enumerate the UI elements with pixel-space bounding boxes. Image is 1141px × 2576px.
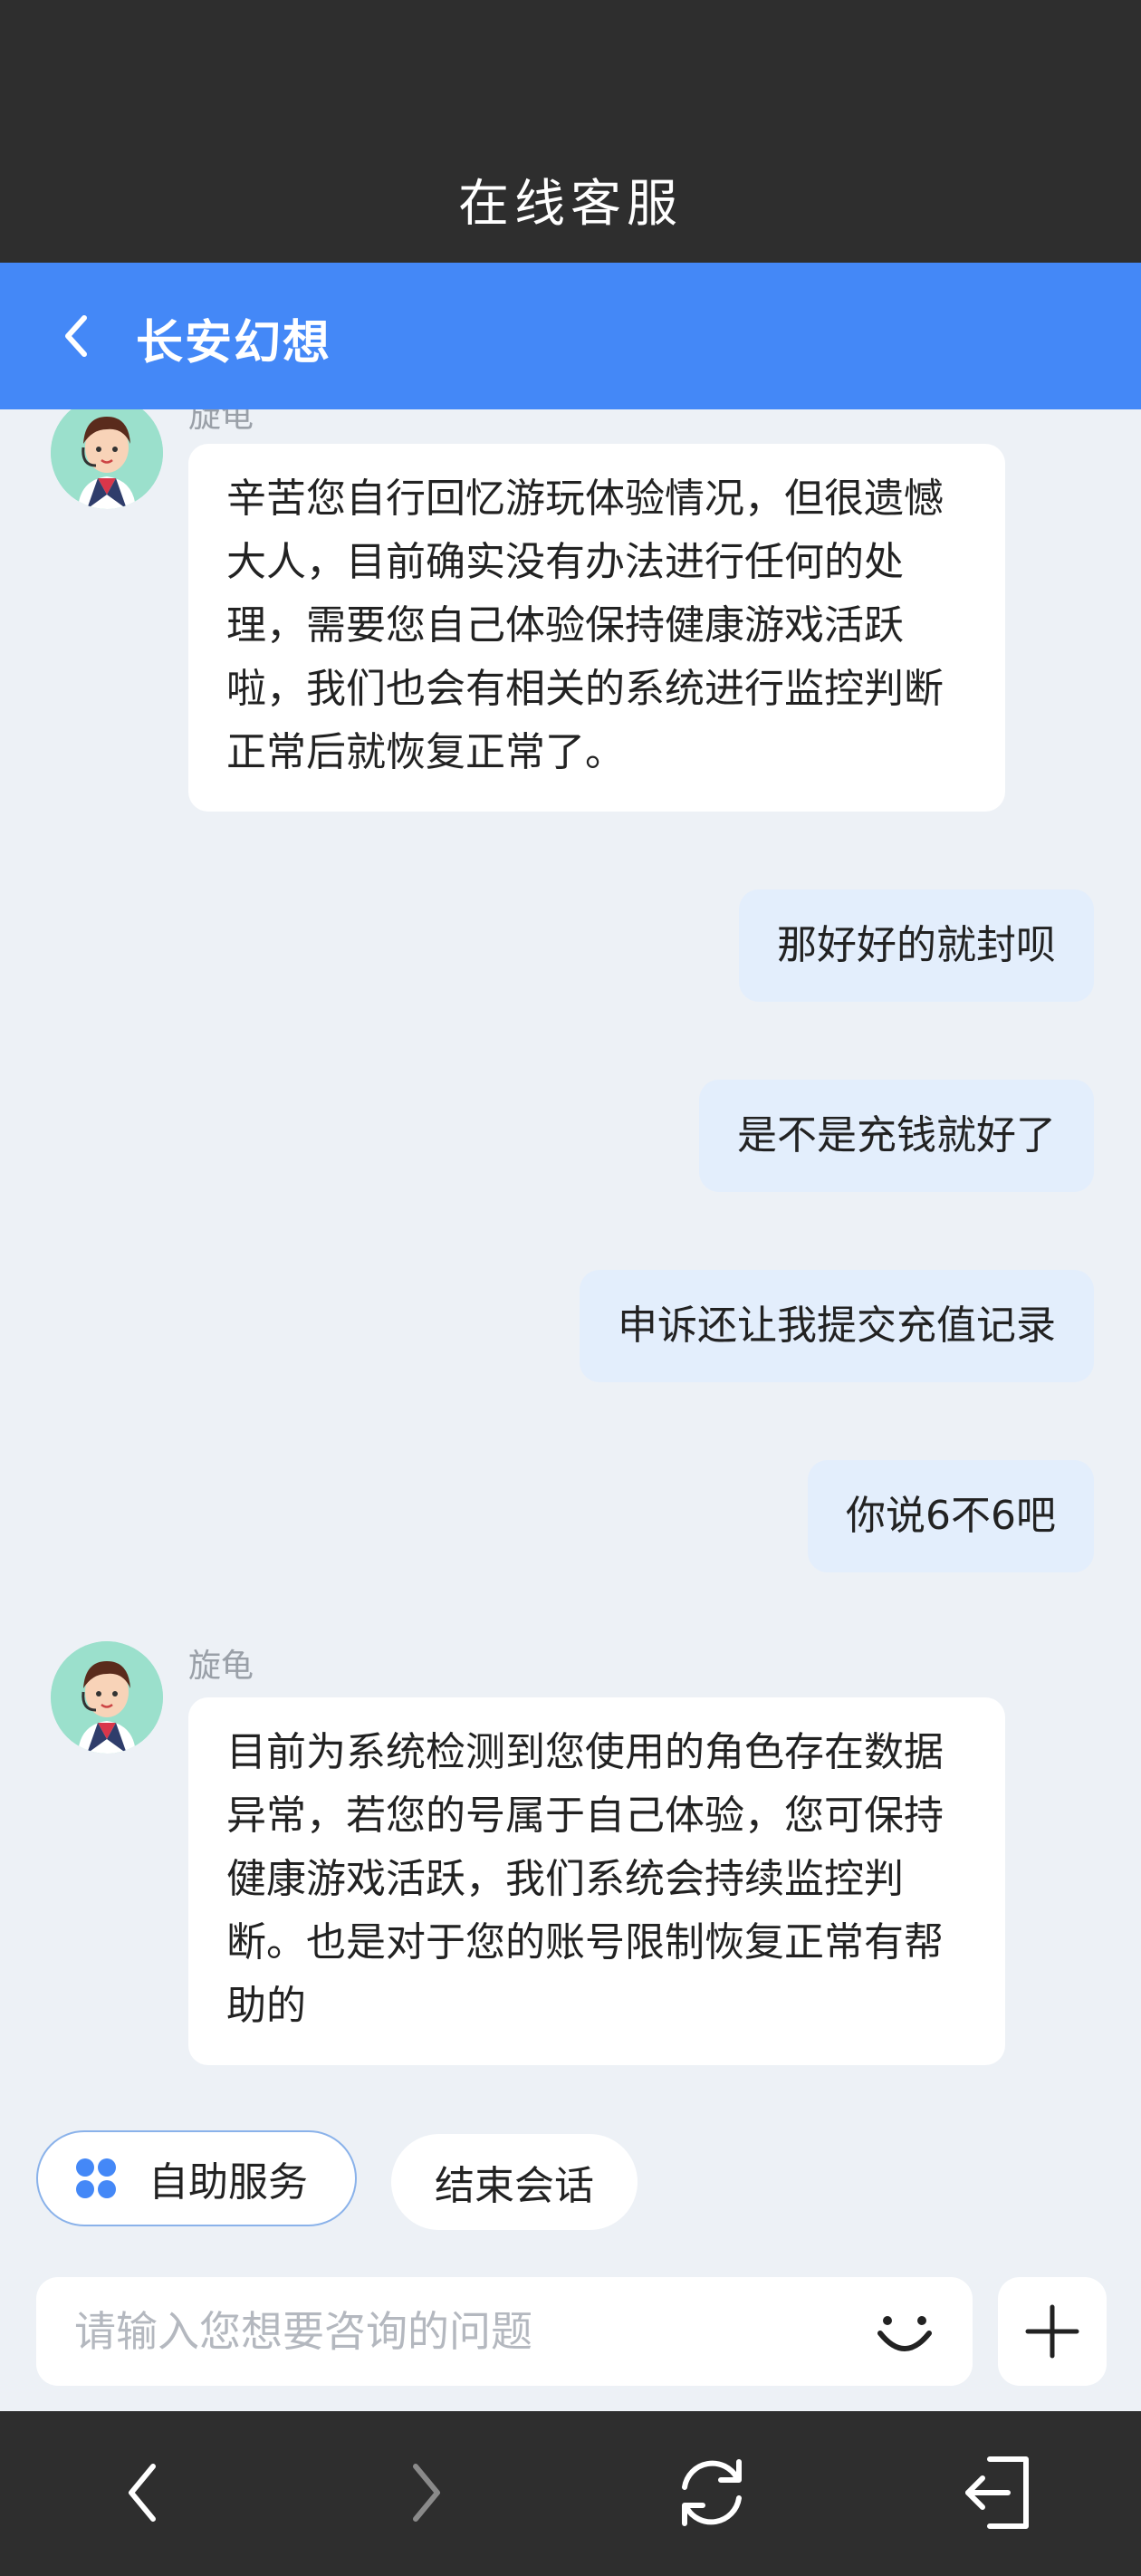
emoji-button[interactable] <box>873 2301 936 2364</box>
user-message: 申诉还让我提交充值记录 <box>580 1270 1094 1382</box>
end-session-label: 结束会话 <box>435 2163 594 2209</box>
self-service-label: 自助服务 <box>149 2159 308 2206</box>
user-message: 是不是充钱就好了 <box>699 1080 1094 1192</box>
app-title-bar: 在线客服 <box>0 0 1141 263</box>
nav-exit-button[interactable] <box>953 2447 1043 2538</box>
chat-header: 长安幻想 <box>0 263 1141 409</box>
exit-icon <box>965 2456 1029 2529</box>
end-session-button[interactable]: 结束会话 <box>391 2134 638 2230</box>
arrow-left-icon <box>129 2464 156 2522</box>
agent-message: 辛苦您自行回忆游玩体验情况，但很遗憾大人，目前确实没有办法进行任何的处理，需要您… <box>188 444 1005 812</box>
add-button[interactable] <box>998 2277 1107 2386</box>
nav-refresh-button[interactable] <box>666 2447 757 2538</box>
nav-forward-button[interactable] <box>380 2447 471 2538</box>
arrow-right-icon <box>413 2464 440 2522</box>
grid-icon <box>76 2158 116 2198</box>
back-button[interactable] <box>45 303 109 369</box>
chat-messages[interactable]: 旋龟 辛苦您自行回忆游玩体验情况，但很遗憾大人，目前确实没有办法进行任何的处理，… <box>0 409 1141 2112</box>
chat-title: 长安幻想 <box>136 316 332 370</box>
agent-name: 旋龟 <box>188 409 254 435</box>
message-input-box <box>36 2277 973 2386</box>
nav-back-button[interactable] <box>98 2447 188 2538</box>
agent-message: 目前为系统检测到您使用的角色存在数据异常，若您的号属于自己体验，您可保持健康游戏… <box>188 1697 1005 2065</box>
refresh-icon <box>682 2459 742 2526</box>
plus-icon <box>1025 2304 1079 2359</box>
agent-avatar <box>51 409 163 509</box>
agent-name: 旋龟 <box>188 1648 254 1685</box>
user-message: 你说6不6吧 <box>808 1460 1094 1572</box>
self-service-button[interactable]: 自助服务 <box>36 2130 357 2226</box>
message-input[interactable] <box>74 2277 853 2386</box>
agent-avatar <box>51 1641 163 1754</box>
bottom-navigation <box>0 2411 1141 2576</box>
app-title: 在线客服 <box>458 175 683 234</box>
smile-icon <box>877 2316 932 2351</box>
user-message: 那好好的就封呗 <box>739 889 1094 1002</box>
chevron-left-icon <box>65 315 87 357</box>
